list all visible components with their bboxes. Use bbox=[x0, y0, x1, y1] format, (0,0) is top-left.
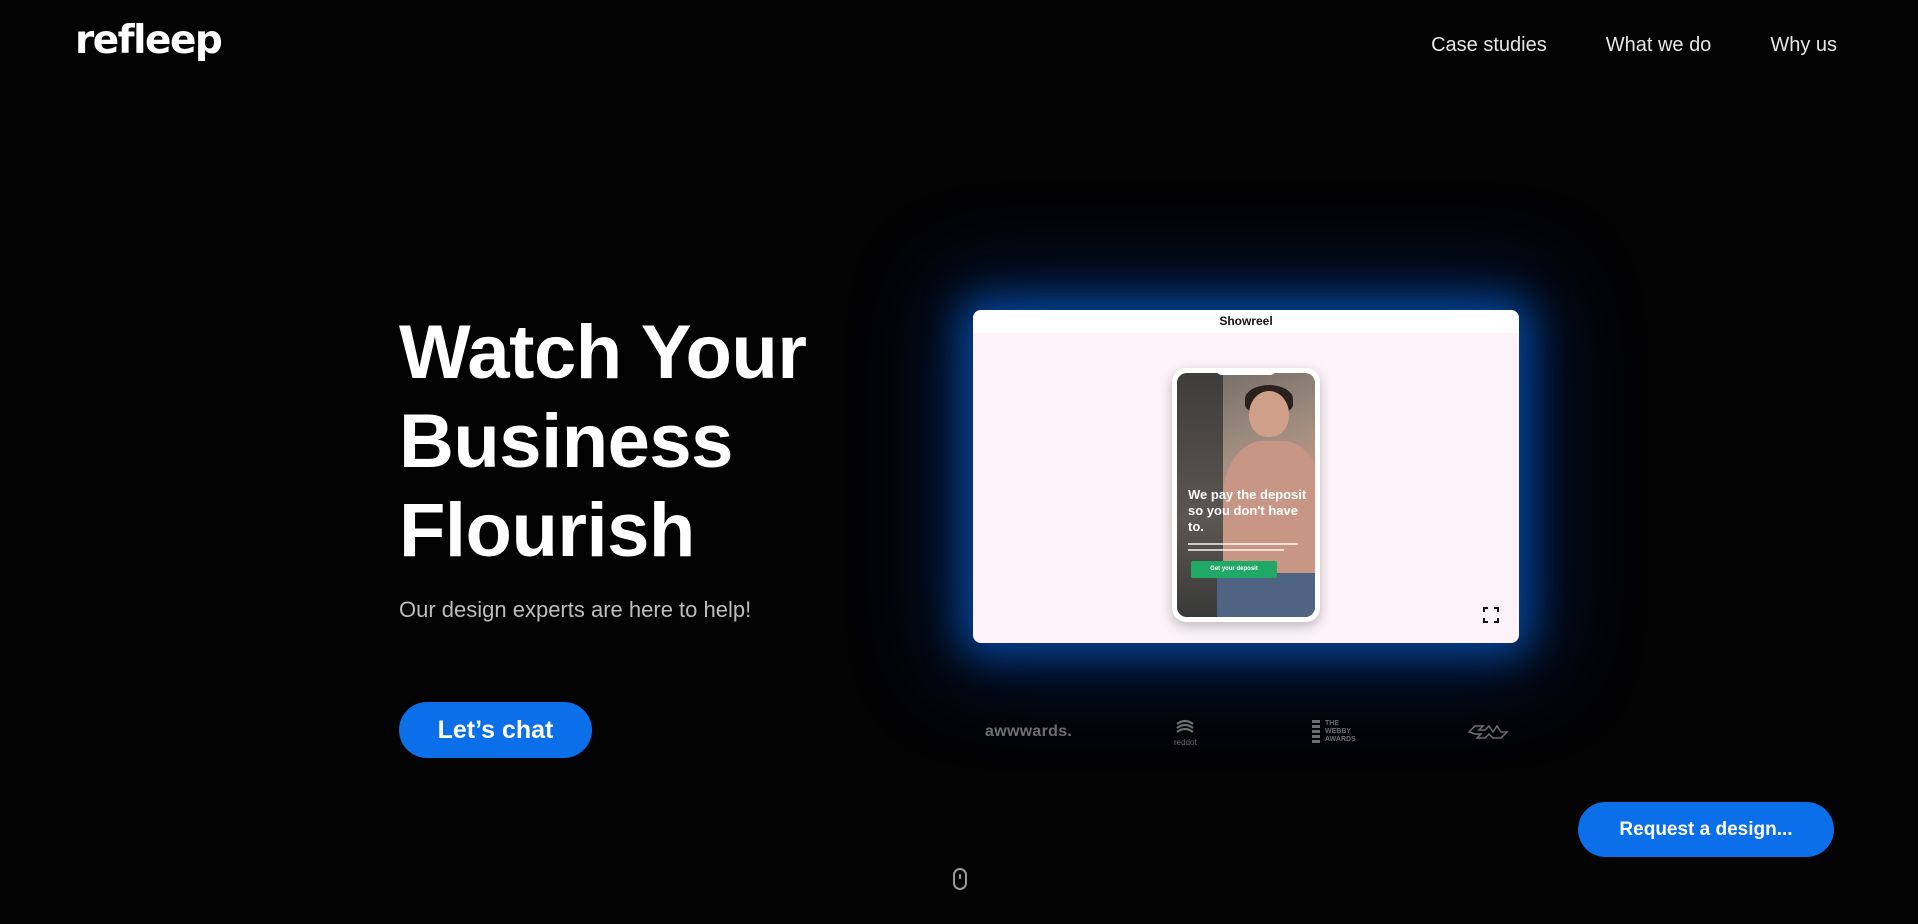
hero-subtitle: Our design experts are here to help! bbox=[399, 597, 752, 622]
nav-what-we-do[interactable]: What we do bbox=[1606, 34, 1712, 57]
photo-person-head bbox=[1249, 391, 1289, 437]
request-design-button[interactable]: Request a design... bbox=[1578, 802, 1834, 857]
mouse-scroll-icon[interactable] bbox=[953, 868, 967, 890]
phone-notch bbox=[1216, 368, 1276, 375]
awards-row: awwwards. reddot THE WEBBY AWARDS bbox=[985, 712, 1515, 752]
main-nav: Case studies What we do Why us bbox=[1431, 34, 1837, 57]
phone-fine-print bbox=[1188, 543, 1298, 545]
webby-line-2: WEBBY bbox=[1325, 728, 1352, 735]
showreel-card[interactable]: Showreel We pay the deposit so you don't… bbox=[973, 310, 1519, 643]
fullscreen-icon[interactable] bbox=[1483, 607, 1499, 623]
webby-line-3: AWARDS bbox=[1325, 736, 1356, 743]
awwwards-logo: awwwards. bbox=[985, 723, 1073, 740]
fwa-logo-icon bbox=[1467, 712, 1509, 752]
hero-title-line-3: Flourish bbox=[399, 488, 695, 573]
phone-headline: We pay the deposit so you don't have to. bbox=[1188, 487, 1307, 534]
showreel-title: Showreel bbox=[973, 310, 1519, 333]
nav-why-us[interactable]: Why us bbox=[1770, 34, 1837, 57]
phone-mockup: We pay the deposit so you don't have to.… bbox=[1172, 368, 1320, 622]
webby-logo: THE WEBBY AWARDS bbox=[1311, 712, 1356, 752]
reddot-label: reddot bbox=[1174, 738, 1197, 747]
phone-cta-button: Get your deposit bbox=[1191, 561, 1277, 578]
nav-case-studies[interactable]: Case studies bbox=[1431, 34, 1547, 57]
webby-label: THE WEBBY AWARDS bbox=[1325, 720, 1356, 744]
lets-chat-button[interactable]: Let’s chat bbox=[399, 702, 592, 758]
logo[interactable]: refleep bbox=[75, 18, 223, 63]
hero-title: Watch Your Business Flourish bbox=[399, 308, 807, 575]
webby-icon bbox=[1312, 720, 1320, 743]
reddot-logo: reddot bbox=[1174, 712, 1197, 752]
webby-line-1: THE bbox=[1325, 720, 1339, 727]
reddot-icon bbox=[1176, 719, 1195, 733]
photo-person-jeans bbox=[1217, 573, 1315, 617]
hero-title-line-2: Business bbox=[399, 399, 733, 484]
phone-fine-print bbox=[1188, 549, 1284, 551]
phone-screen-image: We pay the deposit so you don't have to.… bbox=[1177, 373, 1315, 617]
hero-title-line-1: Watch Your bbox=[399, 310, 807, 395]
landing-page: refleep Case studies What we do Why us W… bbox=[0, 0, 1918, 924]
